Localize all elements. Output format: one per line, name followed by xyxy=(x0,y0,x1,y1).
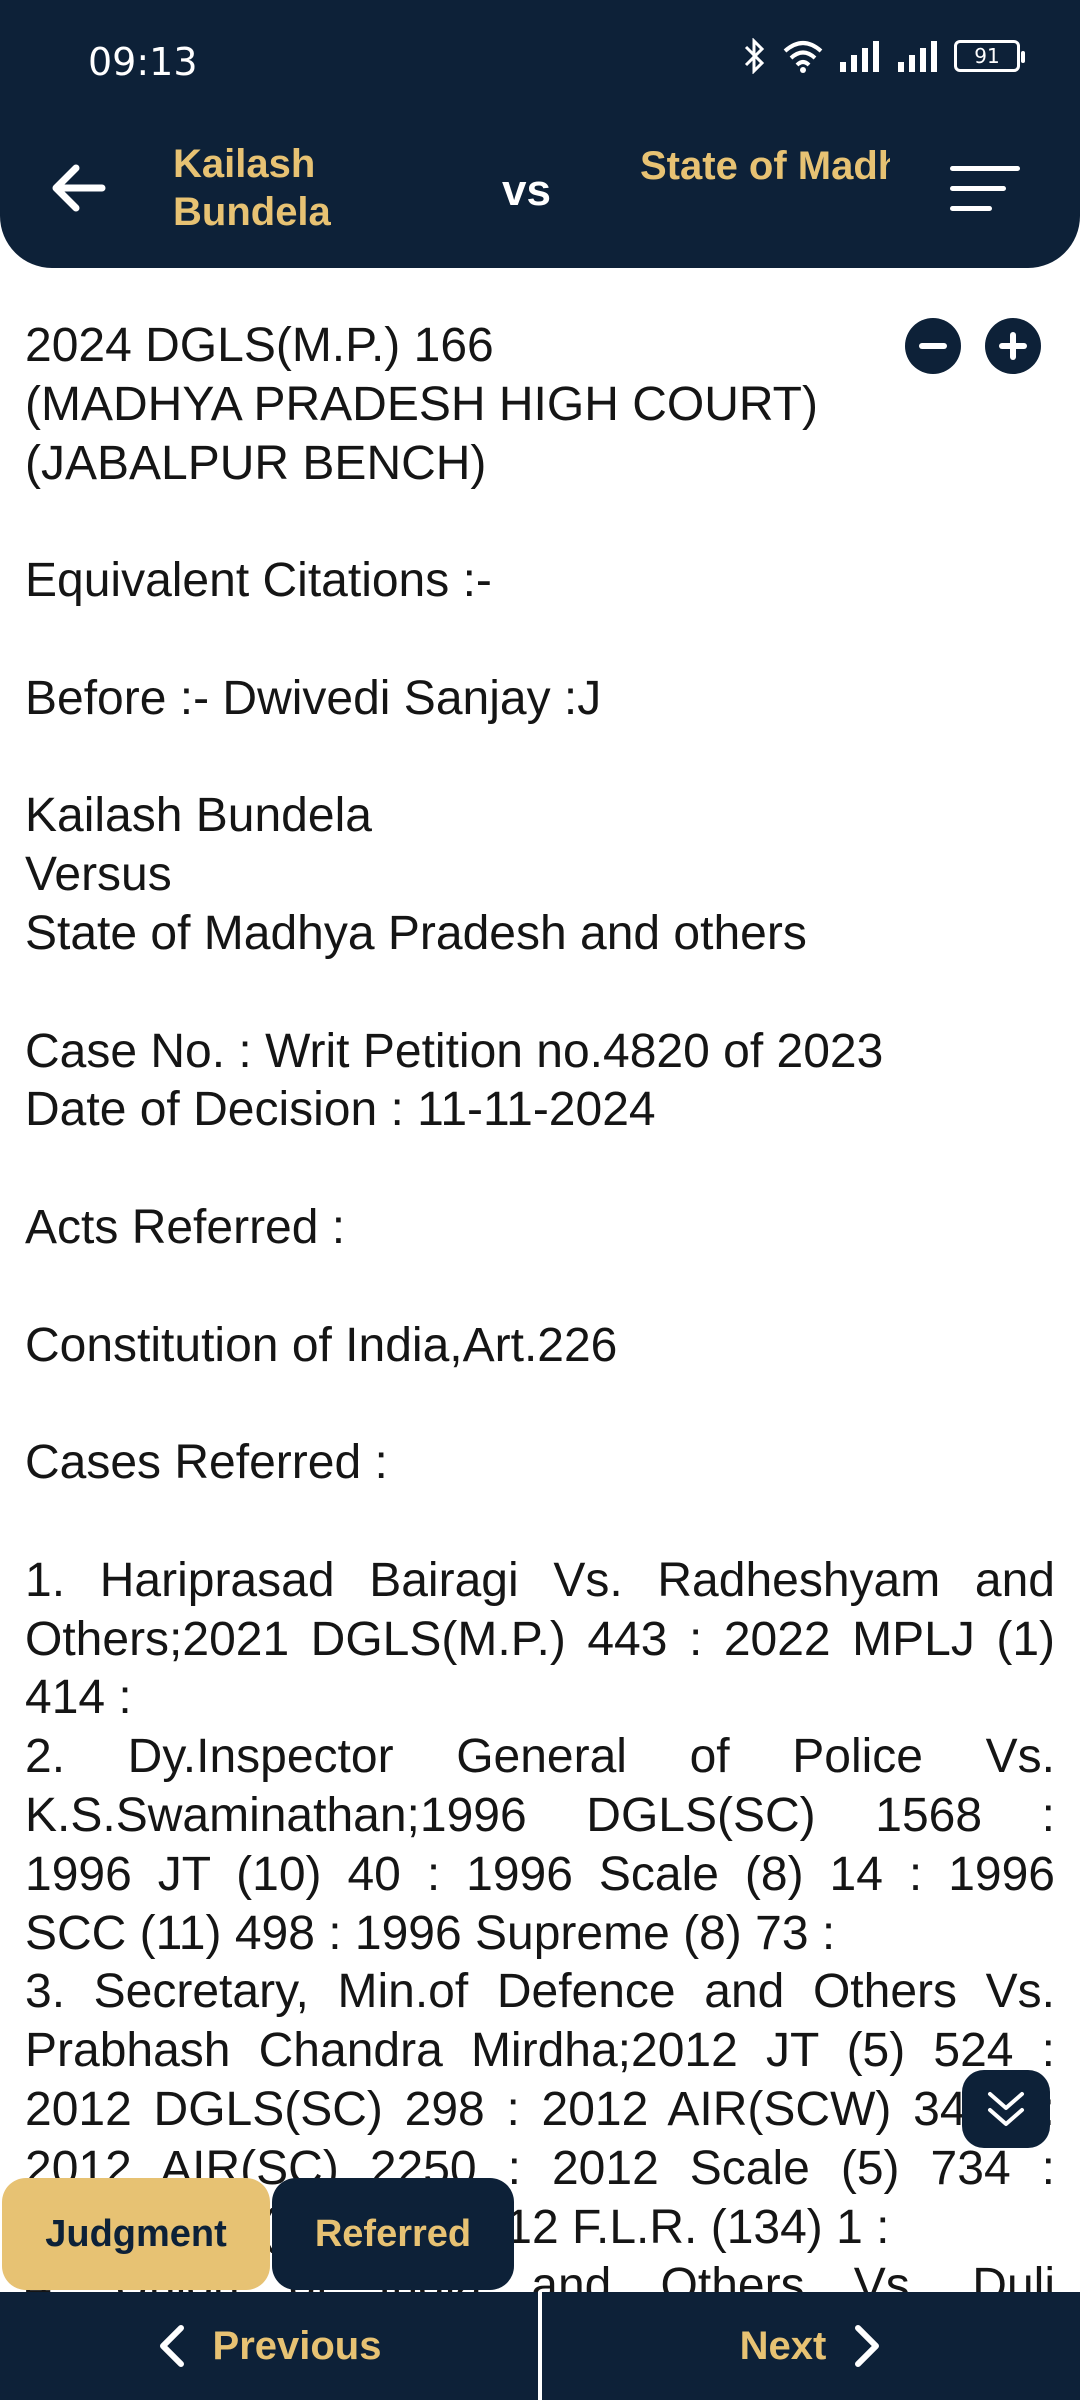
court-name: (MADHYA PRADESH HIGH COURT) xyxy=(25,377,818,431)
petitioner: Kailash Bundela xyxy=(25,789,372,843)
bottom-navigation: Previous Next xyxy=(0,2292,1080,2400)
judge: Before :- Dwivedi Sanjay :J xyxy=(25,671,602,725)
case-line: 2012 DGLS(SC) 298 : 2012 AIR(SCW) 3472 : xyxy=(25,2082,1055,2136)
respondent: State of Madhya Pradesh and others xyxy=(25,906,807,960)
case-reference-1: 1. Hariprasad Bairagi Vs. Radheshyam and… xyxy=(25,1552,1055,1728)
case-line: 2. Dy.Inspector General of Police Vs. xyxy=(25,1730,1055,1784)
case-line: 414 : xyxy=(25,1671,132,1725)
signal-icon-2 xyxy=(898,41,937,72)
versus: Versus xyxy=(25,848,172,902)
case-number: Case No. : Writ Petition no.4820 of 2023 xyxy=(25,1024,884,1078)
back-button[interactable] xyxy=(40,150,116,226)
wifi-icon xyxy=(783,41,823,73)
status-bar: 09:13 91 xyxy=(0,0,1080,110)
menu-line xyxy=(950,206,992,211)
chevron-right-icon xyxy=(855,2325,880,2367)
case-line: 1. Hariprasad Bairagi Vs. Radheshyam and xyxy=(25,1553,1055,1607)
double-chevron-down-icon xyxy=(988,2092,1024,2126)
tab-judgment[interactable]: Judgment xyxy=(2,2178,270,2290)
battery-level: 91 xyxy=(974,44,1000,68)
acts-heading: Acts Referred : xyxy=(25,1200,346,1254)
tab-referred[interactable]: Referred xyxy=(272,2178,514,2290)
next-button[interactable]: Next xyxy=(542,2292,1080,2400)
citation: 2024 DGLS(M.P.) 166 xyxy=(25,319,494,372)
case-reference-2: 2. Dy.Inspector General of Police Vs. K.… xyxy=(25,1728,1055,1963)
menu-button[interactable] xyxy=(950,160,1024,220)
case-line: SCC (11) 498 : 1996 Supreme (8) 73 : xyxy=(25,1906,836,1960)
vs-label: vs xyxy=(502,166,551,215)
bluetooth-icon xyxy=(744,38,765,74)
cases-heading: Cases Referred : xyxy=(25,1436,388,1490)
petitioner-title: Kailash Bundela xyxy=(173,142,331,234)
next-label: Next xyxy=(739,2323,827,2368)
judgment-document: 2024 DGLS(M.P.) 166 (MADHYA PRADESH HIGH… xyxy=(25,317,1055,2292)
arrow-left-icon xyxy=(52,164,106,212)
case-line: 1996 JT (10) 40 : 1996 Scale (8) 14 : 19… xyxy=(25,1847,1055,1901)
act-item: Constitution of India,Art.226 xyxy=(25,1318,618,1372)
decision-date: Date of Decision : 11-11-2024 xyxy=(25,1083,656,1137)
menu-line xyxy=(950,166,1020,171)
app-header: Kailash Bundela vs State of Madhya Pr... xyxy=(0,110,1080,268)
status-icons: 91 xyxy=(742,38,1025,74)
respondent-title: State of Madhya Pr... xyxy=(640,144,890,188)
signal-icon-1 xyxy=(840,41,879,72)
case-line: 3. Secretary, Min.of Defence and Others … xyxy=(25,1965,1055,2019)
bench-name: (JABALPUR BENCH) xyxy=(25,436,487,490)
case-line: K.S.Swaminathan;1996 DGLS(SC) 1568 : xyxy=(25,1788,1055,1842)
previous-label: Previous xyxy=(212,2323,382,2368)
case-line: Prabhash Chandra Mirdha;2012 JT (5) 524 … xyxy=(25,2024,1055,2078)
scroll-down-button[interactable] xyxy=(962,2070,1050,2148)
chevron-left-icon xyxy=(159,2325,184,2367)
previous-button[interactable]: Previous xyxy=(0,2292,538,2400)
case-line: Others;2021 DGLS(M.P.) 443 : 2022 MPLJ (… xyxy=(25,1612,1055,1666)
menu-line xyxy=(950,186,1006,191)
status-time: 09:13 xyxy=(88,40,198,84)
battery-icon: 91 xyxy=(954,40,1025,72)
equivalent-citations: Equivalent Citations :- xyxy=(25,554,492,608)
